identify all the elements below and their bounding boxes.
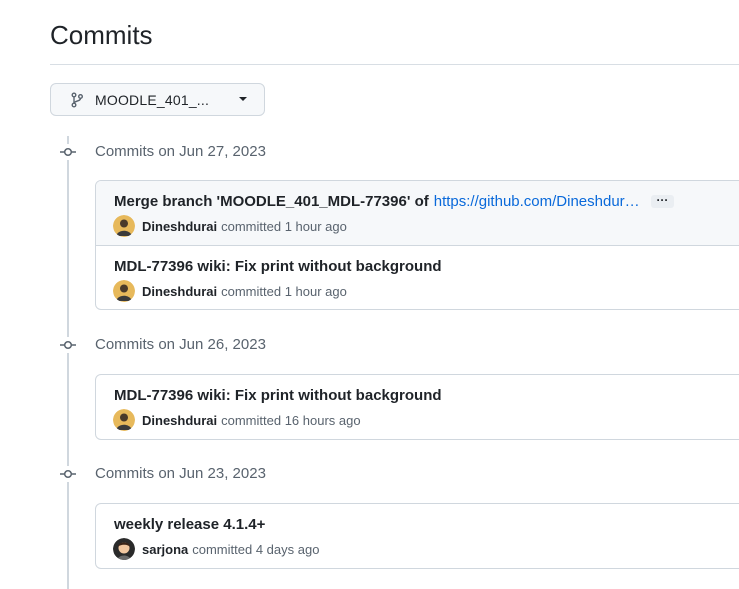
commit-row[interactable]: MDL-77396 wiki: Fix print without backgr… <box>96 245 739 309</box>
commit-author[interactable]: Dineshdurai <box>142 413 217 428</box>
commit-time: committed 16 hours ago <box>221 412 361 428</box>
branch-selector-button[interactable]: MOODLE_401_... <box>50 83 265 116</box>
commit-group-heading: Commits on Jun 27, 2023 <box>0 142 739 162</box>
branch-name: MOODLE_401_... <box>95 91 210 108</box>
commit-author[interactable]: Dineshdurai <box>142 284 217 299</box>
commit-group-heading: Commits on Jun 26, 2023 <box>0 335 739 355</box>
commit-time: committed 1 hour ago <box>221 283 347 299</box>
commit-title: MDL-77396 wiki: Fix print without backgr… <box>114 258 442 275</box>
page-title: Commits <box>50 20 153 50</box>
commit-group-date: Commits on Jun 23, 2023 <box>95 465 266 482</box>
commit-meta: Dineshdurai committed 1 hour ago <box>113 215 347 237</box>
commit-node-icon <box>60 466 76 482</box>
commit-group-date: Commits on Jun 27, 2023 <box>95 143 266 160</box>
avatar[interactable] <box>113 280 135 302</box>
caret-down-icon <box>239 97 247 101</box>
commit-node-icon <box>60 337 76 353</box>
commit-list: weekly release 4.1.4+ sarjona committed … <box>95 503 739 569</box>
commit-row[interactable]: weekly release 4.1.4+ sarjona committed … <box>96 504 739 568</box>
title-divider <box>50 64 739 65</box>
commit-meta: sarjona committed 4 days ago <box>113 538 319 560</box>
commit-message-link[interactable]: Merge branch 'MOODLE_401_MDL-77396' of <box>114 193 429 210</box>
commit-group-date: Commits on Jun 26, 2023 <box>95 336 266 353</box>
commit-author[interactable]: Dineshdurai <box>142 219 217 234</box>
timeline-line <box>67 136 69 589</box>
commit-title: Merge branch 'MOODLE_401_MDL-77396' of h… <box>114 193 674 210</box>
commit-list: MDL-77396 wiki: Fix print without backgr… <box>95 374 739 440</box>
avatar[interactable] <box>113 215 135 237</box>
commit-title: weekly release 4.1.4+ <box>114 516 265 533</box>
commit-message-link[interactable]: MDL-77396 wiki: Fix print without backgr… <box>114 387 442 404</box>
commit-url-link[interactable]: https://github.com/Dineshdurai... <box>434 193 641 210</box>
commit-row[interactable]: MDL-77396 wiki: Fix print without backgr… <box>96 375 739 439</box>
git-branch-icon <box>69 92 85 108</box>
avatar[interactable] <box>113 538 135 560</box>
avatar[interactable] <box>113 409 135 431</box>
commit-group-heading: Commits on Jun 23, 2023 <box>0 464 739 484</box>
commit-time: committed 4 days ago <box>192 541 320 557</box>
commit-time: committed 1 hour ago <box>221 218 347 234</box>
expand-message-button[interactable]: ··· <box>650 194 674 208</box>
commit-meta: Dineshdurai committed 1 hour ago <box>113 280 347 302</box>
commit-message-link[interactable]: weekly release 4.1.4+ <box>114 516 265 533</box>
commit-meta: Dineshdurai committed 16 hours ago <box>113 409 361 431</box>
commit-list: Merge branch 'MOODLE_401_MDL-77396' of h… <box>95 180 739 310</box>
commit-message-link[interactable]: MDL-77396 wiki: Fix print without backgr… <box>114 258 442 275</box>
commit-row[interactable]: Merge branch 'MOODLE_401_MDL-77396' of h… <box>96 181 739 245</box>
commit-author[interactable]: sarjona <box>142 542 188 557</box>
commit-title: MDL-77396 wiki: Fix print without backgr… <box>114 387 442 404</box>
commit-node-icon <box>60 144 76 160</box>
